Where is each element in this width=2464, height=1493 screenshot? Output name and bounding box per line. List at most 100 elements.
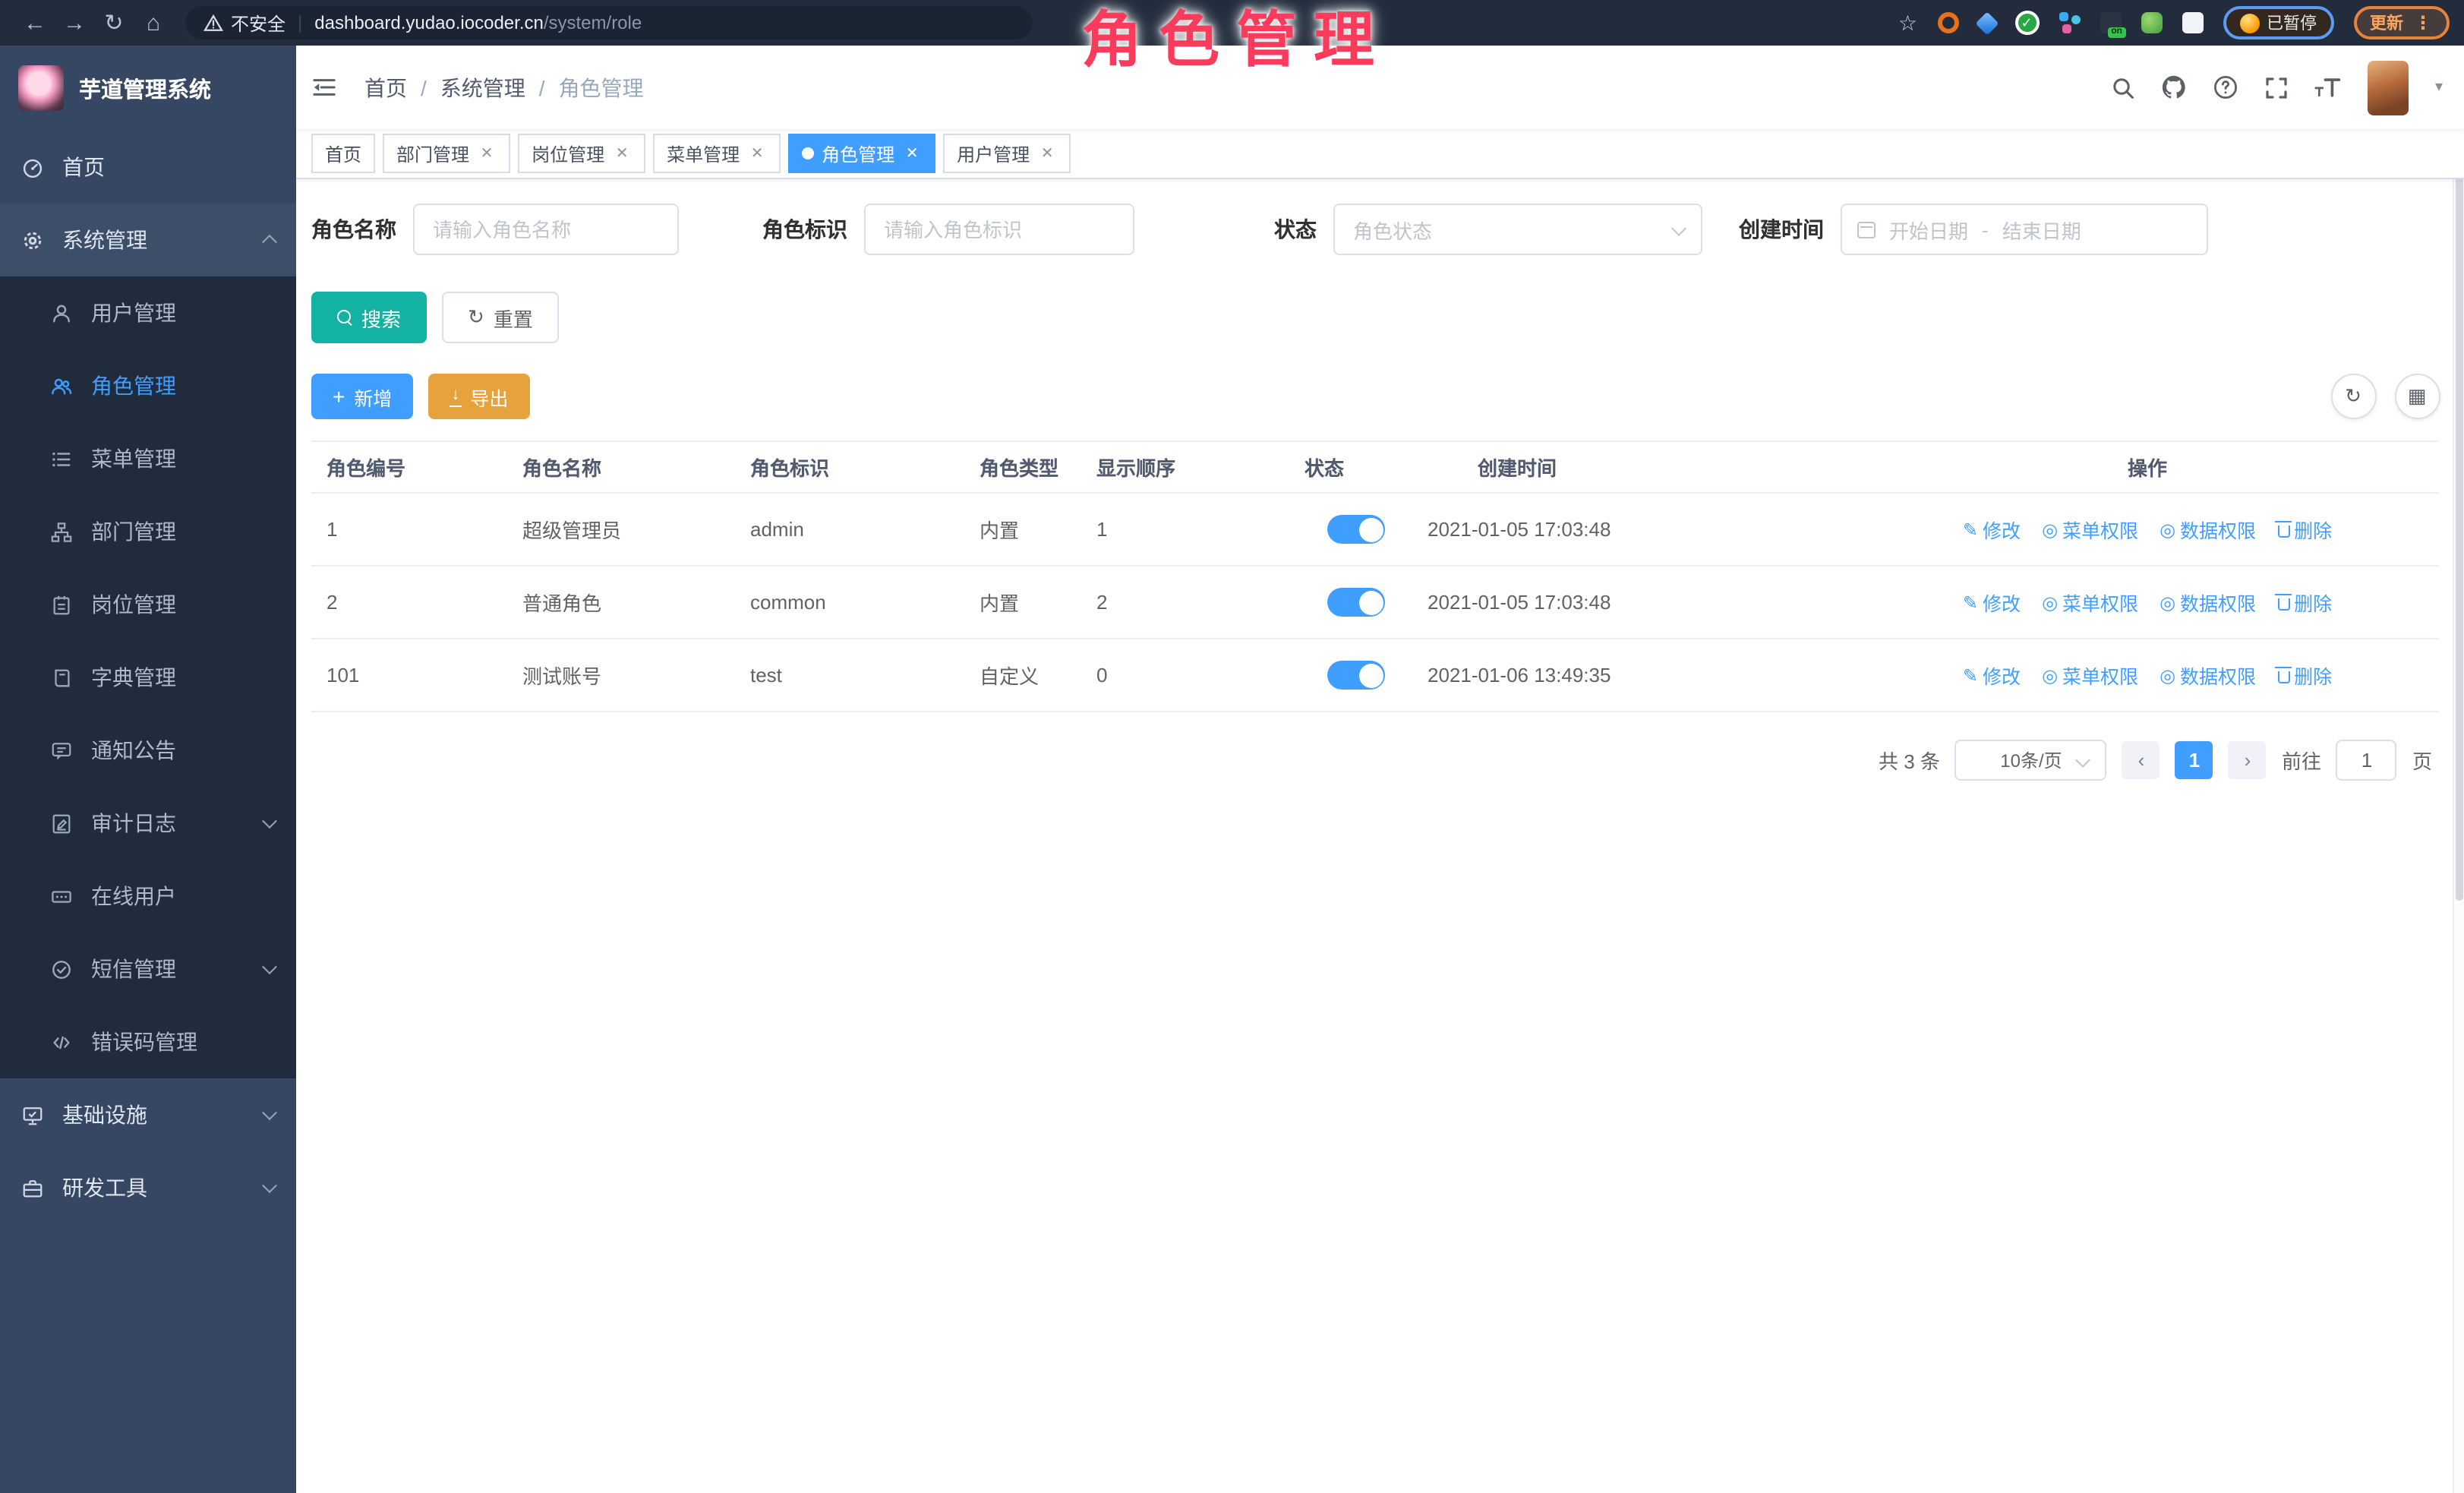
avatar-caret-icon[interactable]: ▾ — [2435, 79, 2443, 96]
page-size-select[interactable]: 10条/页 — [1955, 740, 2107, 781]
sidebar-item-menus[interactable]: 菜单管理 — [0, 422, 296, 495]
profile-avatar-icon — [2239, 13, 2259, 33]
sidebar-collapse-icon[interactable] — [311, 76, 337, 99]
delete-role-link[interactable]: 删除 — [2277, 588, 2332, 617]
tab-posts[interactable]: 岗位管理 ✕ — [518, 134, 645, 173]
sidebar-item-notices[interactable]: 通知公告 — [0, 714, 296, 787]
sidebar-item-sms[interactable]: 短信管理 — [0, 933, 296, 1005]
close-icon[interactable]: ✕ — [902, 144, 922, 163]
status-toggle[interactable] — [1327, 588, 1385, 617]
extension-icon[interactable]: ✓ — [2014, 11, 2039, 35]
sidebar-item-infrastructure[interactable]: 基础设施 — [0, 1078, 296, 1151]
tab-label: 菜单管理 — [667, 140, 740, 166]
delete-role-link[interactable]: 删除 — [2277, 515, 2332, 544]
fullscreen-icon[interactable] — [2265, 75, 2289, 99]
online-users-icon — [50, 885, 73, 907]
sidebar-item-users[interactable]: 用户管理 — [0, 276, 296, 349]
breadcrumb-home[interactable]: 首页 — [364, 72, 407, 103]
data-permission-link[interactable]: ◎数据权限 — [2160, 515, 2256, 544]
edit-role-link[interactable]: ✎修改 — [1963, 588, 2021, 617]
sidebar-item-dictionary[interactable]: 字典管理 — [0, 641, 296, 714]
browser-back-icon[interactable]: ← — [15, 10, 55, 36]
page-1-button[interactable]: 1 — [2175, 741, 2213, 779]
menu-permission-link[interactable]: ◎菜单权限 — [2042, 661, 2138, 690]
app-logo[interactable]: 芋道管理系统 — [0, 46, 296, 131]
column-settings-button[interactable]: ▦ — [2394, 374, 2440, 419]
create-time-range-picker[interactable]: 开始日期 - 结束日期 — [1841, 204, 2208, 255]
edit-role-link[interactable]: ✎修改 — [1963, 515, 2021, 544]
sidebar-item-label: 首页 — [62, 152, 105, 182]
extension-icon[interactable] — [1974, 11, 1998, 34]
close-icon[interactable]: ✕ — [1037, 144, 1057, 163]
circle-check-icon: ◎ — [2160, 592, 2175, 613]
close-icon[interactable]: ✕ — [612, 144, 632, 163]
address-bar[interactable]: 不安全 | dashboard.yudao.iocoder.cn/system/… — [185, 6, 1033, 39]
delete-role-link[interactable]: 删除 — [2277, 661, 2332, 690]
status-select[interactable]: 角色状态 — [1333, 204, 1702, 255]
tab-label: 岗位管理 — [532, 140, 604, 166]
tab-users[interactable]: 用户管理✕ — [943, 134, 1071, 173]
role-name-input[interactable] — [413, 204, 679, 255]
table-row: 1 超级管理员 admin 内置 1 2021-01-05 17:03:48 ✎… — [311, 493, 2439, 566]
browser-forward-icon[interactable]: → — [55, 10, 94, 36]
pagination: 共 3 条 10条/页 ‹ 1 › 前往 页 — [311, 740, 2440, 781]
data-permission-link[interactable]: ◎数据权限 — [2160, 588, 2256, 617]
tab-home[interactable]: 首页 — [311, 134, 375, 173]
profile-paused-pill[interactable]: 已暂停 — [2223, 6, 2333, 39]
menu-permission-link[interactable]: ◎菜单权限 — [2042, 588, 2138, 617]
calendar-icon — [1857, 221, 1876, 238]
sidebar-item-posts[interactable]: 岗位管理 — [0, 568, 296, 641]
extension-icon[interactable] — [2141, 12, 2162, 33]
sidebar-item-label: 审计日志 — [91, 808, 176, 838]
data-permission-link[interactable]: ◎数据权限 — [2160, 661, 2256, 690]
font-size-icon[interactable] — [2315, 76, 2343, 99]
export-button[interactable]: ↓ 导出 — [428, 374, 529, 419]
sidebar-item-system[interactable]: 系统管理 — [0, 204, 296, 276]
sidebar-item-online-users[interactable]: 在线用户 — [0, 860, 296, 933]
extension-icon[interactable] — [1937, 12, 1958, 33]
cell-role-name: 超级管理员 — [507, 493, 735, 566]
tab-label: 角色管理 — [822, 140, 894, 166]
refresh-table-button[interactable]: ↻ — [2330, 374, 2376, 419]
search-icon[interactable] — [2112, 75, 2136, 99]
tab-menus[interactable]: 菜单管理 ✕ — [653, 134, 781, 173]
goto-page-input[interactable] — [2336, 740, 2397, 781]
browser-home-icon[interactable]: ⌂ — [134, 10, 173, 36]
chrome-update-button[interactable]: 更新 ⋮ — [2353, 6, 2449, 39]
edit-role-link[interactable]: ✎修改 — [1963, 661, 2021, 690]
role-key-input[interactable] — [864, 204, 1134, 255]
extension-icon[interactable] — [2059, 12, 2080, 33]
sidebar-item-error-codes[interactable]: 错误码管理 — [0, 1005, 296, 1078]
row-actions: ✎修改 ◎菜单权限 ◎数据权限 删除 — [1871, 588, 2424, 617]
prev-page-button[interactable]: ‹ — [2122, 741, 2160, 779]
sidebar-item-audit-log[interactable]: 审计日志 — [0, 787, 296, 860]
close-icon[interactable]: ✕ — [477, 144, 497, 163]
sidebar-item-devtools[interactable]: 研发工具 — [0, 1151, 296, 1224]
bookmark-star-icon[interactable]: ☆ — [1898, 10, 1917, 36]
extension-icon[interactable]: on — [2100, 12, 2121, 33]
next-page-button[interactable]: › — [2229, 741, 2267, 779]
add-role-button[interactable]: + 新增 — [311, 374, 413, 419]
sidebar-item-home[interactable]: 首页 — [0, 131, 296, 204]
tab-departments[interactable]: 部门管理✕ — [383, 134, 510, 173]
extensions-puzzle-icon[interactable] — [2182, 12, 2203, 33]
breadcrumb-system[interactable]: 系统管理 — [440, 72, 525, 103]
cell-role-id: 1 — [311, 493, 507, 566]
search-button[interactable]: 搜索 — [311, 292, 427, 343]
help-icon[interactable] — [2213, 74, 2239, 100]
reset-button[interactable]: ↻ 重置 — [442, 292, 559, 343]
close-icon[interactable]: ✕ — [747, 144, 767, 163]
tab-roles[interactable]: 角色管理 ✕ — [788, 134, 935, 173]
user-avatar[interactable] — [2368, 60, 2409, 115]
cell-role-key: admin — [735, 493, 964, 566]
sidebar-item-roles[interactable]: 角色管理 — [0, 349, 296, 422]
sidebar-item-departments[interactable]: 部门管理 — [0, 495, 296, 568]
menu-permission-link[interactable]: ◎菜单权限 — [2042, 515, 2138, 544]
browser-reload-icon[interactable]: ↻ — [94, 9, 134, 36]
browser-menu-icon[interactable]: ⋮ — [2414, 12, 2432, 33]
github-icon[interactable] — [2162, 74, 2188, 100]
status-toggle[interactable] — [1327, 515, 1385, 544]
active-dot-icon — [802, 147, 814, 159]
page-scrollbar[interactable] — [2452, 46, 2464, 1493]
status-toggle[interactable] — [1327, 661, 1385, 690]
